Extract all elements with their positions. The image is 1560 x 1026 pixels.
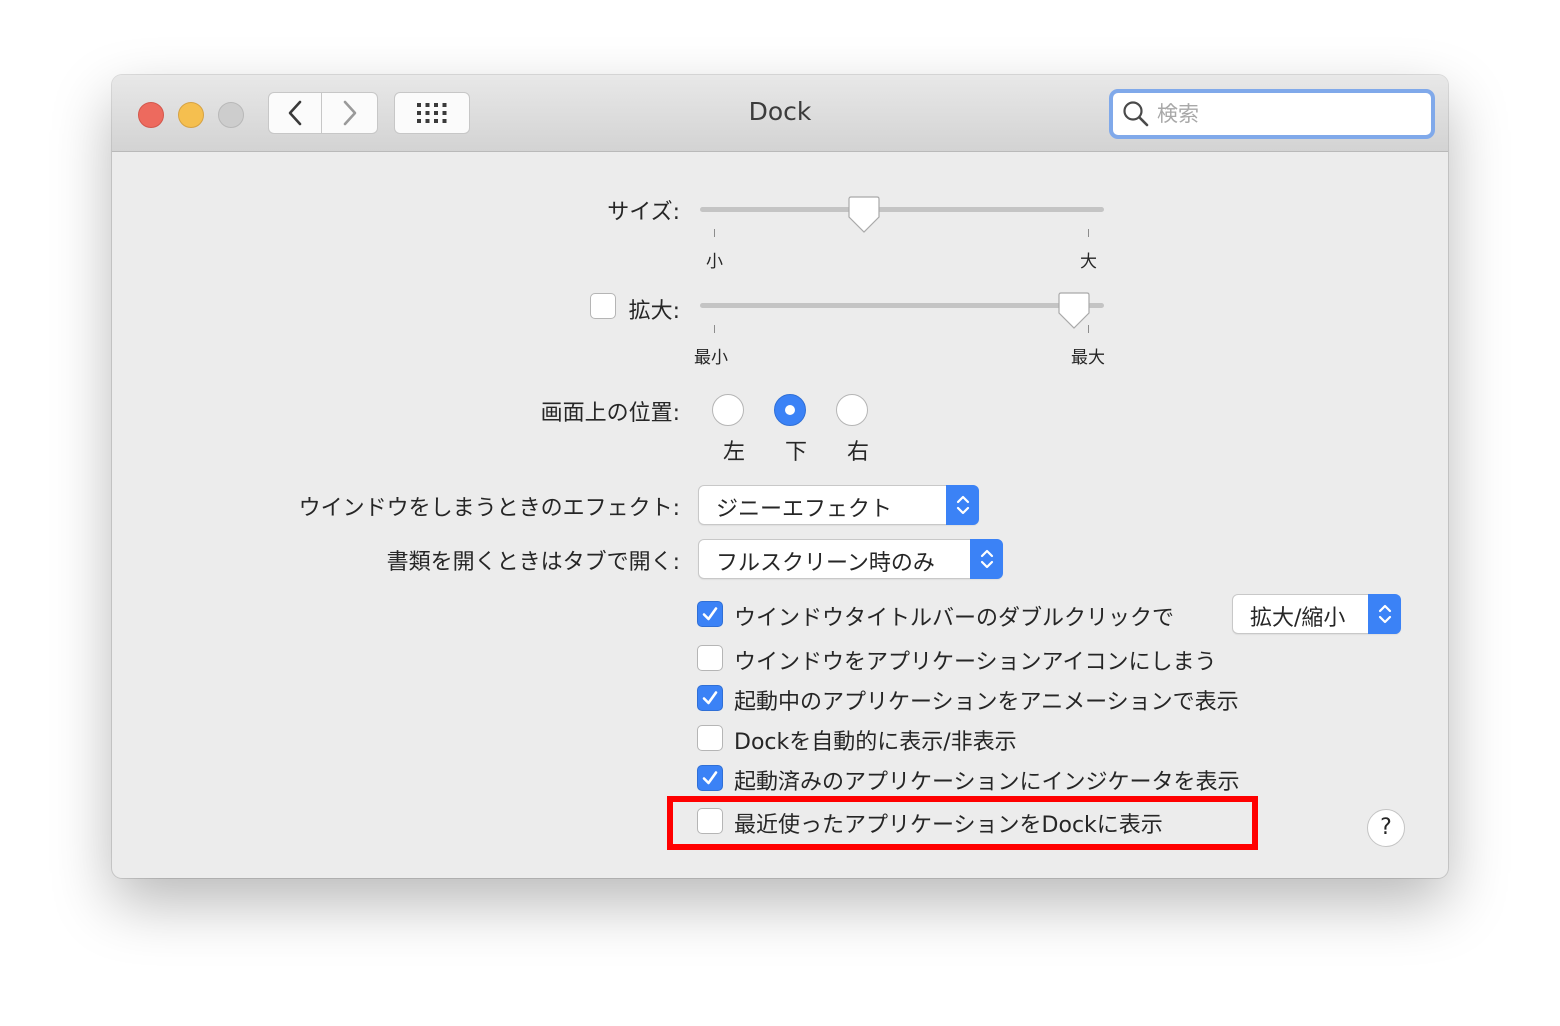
magnification-tick-min	[714, 325, 715, 333]
size-tick-max	[1088, 229, 1089, 237]
minimize-effect-label: ウインドウをしまうときのエフェクト:	[298, 496, 680, 521]
size-slider-track[interactable]	[700, 207, 1104, 212]
minimize-into-icon-checkbox[interactable]	[697, 645, 723, 671]
magnification-slider-knob[interactable]	[1058, 292, 1090, 330]
prefer-tabs-value: フルスクリーン時のみ	[716, 551, 935, 576]
position-left-label: 左	[723, 440, 746, 465]
prefer-tabs-label: 書類を開くときはタブで開く:	[386, 550, 680, 575]
double-click-checkbox[interactable]	[697, 601, 723, 627]
popup-arrows-icon	[970, 539, 1003, 579]
animate-opening-label: 起動中のアプリケーションをアニメーションで表示	[734, 690, 1239, 715]
magnification-min-label: 最小	[694, 348, 728, 368]
title-bar: Dock	[112, 75, 1448, 152]
show-indicators-checkbox[interactable]	[697, 765, 723, 791]
size-min-label: 小	[706, 252, 723, 272]
minimize-effect-value: ジニーエフェクト	[716, 497, 893, 522]
magnification-slider-track[interactable]	[700, 303, 1104, 308]
search-icon	[1123, 101, 1149, 127]
position-right-radio[interactable]	[836, 394, 868, 426]
preferences-window: Dock サイズ: 小 大 拡大: 最小 最大 画面上の位置: 左 下 右 ウイ…	[112, 75, 1448, 878]
search-input[interactable]	[1155, 101, 1419, 127]
size-tick-min	[714, 229, 715, 237]
search-field[interactable]	[1109, 89, 1435, 139]
checkmark-icon	[702, 771, 718, 785]
help-button[interactable]: ?	[1367, 809, 1405, 847]
highlight-box	[667, 796, 1258, 850]
size-max-label: 大	[1080, 252, 1097, 272]
position-left-radio[interactable]	[712, 394, 744, 426]
double-click-action-value: 拡大/縮小	[1250, 606, 1346, 631]
size-label: サイズ:	[607, 200, 680, 225]
double-click-label: ウインドウタイトルバーのダブルクリックで	[734, 606, 1175, 631]
autohide-checkbox[interactable]	[697, 725, 723, 751]
popup-arrows-icon	[1368, 594, 1401, 634]
position-label: 画面上の位置:	[540, 401, 680, 426]
show-indicators-label: 起動済みのアプリケーションにインジケータを表示	[734, 770, 1240, 795]
position-bottom-radio[interactable]	[774, 394, 806, 426]
double-click-action-popup[interactable]: 拡大/縮小	[1232, 594, 1401, 634]
magnification-label: 拡大:	[628, 299, 680, 324]
size-slider-knob[interactable]	[848, 196, 880, 234]
minimize-effect-popup[interactable]: ジニーエフェクト	[698, 485, 979, 525]
prefer-tabs-popup[interactable]: フルスクリーン時のみ	[698, 539, 1003, 579]
popup-arrows-icon	[946, 485, 979, 525]
magnification-max-label: 最大	[1071, 348, 1105, 368]
position-bottom-label: 下	[785, 440, 808, 465]
animate-opening-checkbox[interactable]	[697, 685, 723, 711]
checkmark-icon	[702, 691, 718, 705]
minimize-into-icon-label: ウインドウをアプリケーションアイコンにしまう	[734, 650, 1217, 675]
magnification-checkbox[interactable]	[590, 293, 616, 319]
autohide-label: Dockを自動的に表示/非表示	[734, 730, 1017, 755]
position-right-label: 右	[847, 440, 870, 465]
checkmark-icon	[702, 607, 718, 621]
